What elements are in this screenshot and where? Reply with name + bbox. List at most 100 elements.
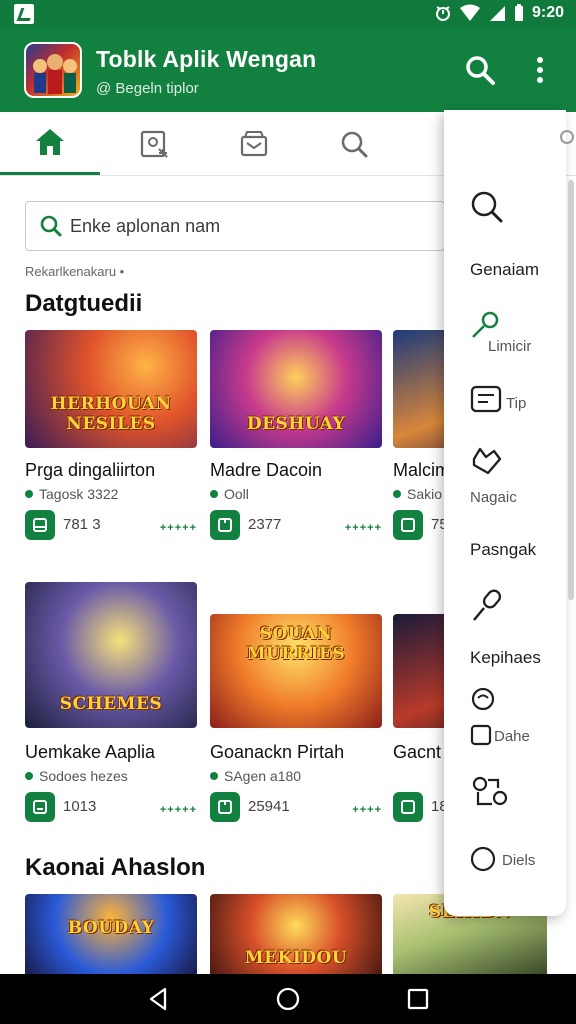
app-thumbnail: SCHEMES: [25, 582, 197, 728]
tab-apps[interactable]: [104, 112, 204, 175]
app-name: Prga dingaliirton: [25, 460, 156, 480]
list-icon: [470, 385, 502, 413]
app-developer: Sakio: [393, 486, 442, 502]
system-nav-bar: [0, 974, 576, 1024]
more-options-button[interactable]: [520, 50, 560, 90]
rating: +++++: [344, 522, 382, 534]
app-thumbnail: SOUAN MURRIES: [210, 614, 382, 728]
circle-icon: [470, 846, 496, 872]
menu-item-share[interactable]: [444, 774, 566, 814]
app-developer: Ooll: [210, 486, 249, 502]
battery-icon: [514, 4, 524, 22]
recents-icon: [407, 988, 429, 1010]
menu-label: Nagaic: [470, 489, 517, 506]
signal-icon: [488, 4, 506, 22]
install-button[interactable]: [393, 792, 423, 822]
app-card[interactable]: SOUAN MURRIES Goanackn Pirtah SAgen a180…: [210, 614, 382, 844]
download-count: 2377: [248, 516, 282, 533]
tab-library[interactable]: [204, 112, 304, 175]
menu-item-pasngak[interactable]: Pasngak: [444, 538, 566, 568]
verified-icon: [25, 772, 33, 780]
device-icon: [33, 800, 47, 814]
smile-icon: [471, 687, 495, 711]
checkbox-icon: [470, 724, 492, 746]
library-icon: [240, 130, 268, 156]
back-button[interactable]: [138, 980, 178, 1018]
install-button[interactable]: [210, 510, 240, 540]
home-circle-icon: [276, 987, 300, 1011]
tab-search[interactable]: [304, 112, 404, 175]
back-icon: [149, 987, 167, 1011]
menu-label: Limicir: [488, 338, 532, 355]
scrollbar[interactable]: [568, 180, 574, 600]
alarm-icon: [434, 4, 452, 22]
device-icon: [33, 518, 47, 532]
menu-item-genaiam[interactable]: Genaiam: [444, 190, 566, 280]
menu-label: Diels: [502, 852, 536, 869]
section-caption: Rekarlkenakaru •: [25, 264, 125, 279]
download-count: 25941: [248, 798, 290, 815]
tab-home[interactable]: [0, 112, 100, 175]
app-developer: SAgen a180: [210, 768, 301, 784]
app-thumbnail: BOUDAY: [25, 894, 197, 974]
app-thumbnail: HERHOUAN NESILES: [25, 330, 197, 448]
install-button[interactable]: [25, 792, 55, 822]
status-time: 9:20: [531, 4, 564, 21]
app-card[interactable]: BOUDAY: [25, 894, 197, 974]
app-name: Goanackn Pirtah: [210, 742, 345, 762]
share-icon: [472, 776, 508, 806]
install-button[interactable]: [210, 792, 240, 822]
app-thumbnail: MEKIDOU: [210, 894, 382, 974]
app-card[interactable]: DESHUAY Madre Dacoin Ooll 2377 +++++: [210, 330, 382, 560]
app-store-icon: [140, 130, 168, 158]
app-name: Malcim: [393, 460, 450, 480]
app-name: Madre Dacoin: [210, 460, 323, 480]
menu-label: Kepihaes: [470, 648, 541, 667]
app-card[interactable]: HERHOUAN NESILES Prga dingaliirton Tagos…: [25, 330, 197, 560]
section-title: Kaonai Ahaslon: [25, 854, 206, 881]
search-button[interactable]: [460, 50, 500, 90]
download-count: 781 3: [63, 516, 101, 533]
verified-icon: [210, 772, 218, 780]
microphone-icon: [473, 589, 502, 621]
menu-item-tip[interactable]: Tip: [444, 385, 566, 425]
search-icon: [471, 191, 503, 223]
app-name: Gacnt: [393, 742, 442, 762]
wifi-icon: [459, 4, 480, 22]
menu-item-limicir[interactable]: Limicir: [444, 310, 566, 370]
menu-item-diels[interactable]: Diels: [444, 846, 566, 876]
app-thumbnail: DESHUAY: [210, 330, 382, 448]
status-bar: 9:20: [0, 0, 576, 28]
app-bar: Toblk Aplik Wengan @ Begeln tiplor: [0, 28, 576, 112]
search-field[interactable]: [25, 201, 445, 251]
notification-icon: [14, 4, 34, 24]
rating: ++++: [352, 804, 382, 816]
menu-item-dahe[interactable]: Dahe: [444, 724, 566, 754]
search-icon: [341, 131, 368, 157]
heart-hand-icon: [472, 447, 502, 475]
app-card[interactable]: MEKIDOU: [210, 894, 382, 974]
search-input[interactable]: [70, 215, 400, 237]
app-developer: Tagosk 3322: [25, 486, 118, 502]
app-title: Toblk Aplik Wengan: [96, 46, 317, 72]
device-icon: [401, 518, 415, 532]
device-icon: [218, 800, 232, 814]
overflow-menu: Genaiam Limicir Tip Nagaic Pasngak Kepih…: [444, 110, 574, 916]
download-count: 1013: [63, 798, 97, 815]
search-icon: [40, 215, 62, 237]
rating: +++++: [159, 804, 197, 816]
menu-item-nagaic[interactable]: Nagaic: [444, 445, 566, 515]
install-button[interactable]: [393, 510, 423, 540]
recents-button[interactable]: [398, 980, 438, 1018]
verified-icon: [393, 490, 401, 498]
verified-icon: [210, 490, 218, 498]
verified-icon: [25, 490, 33, 498]
home-button[interactable]: [268, 980, 308, 1018]
install-button[interactable]: [25, 510, 55, 540]
app-card[interactable]: SCHEMES Uemkake Aaplia Sodoes hezes 1013…: [25, 582, 197, 822]
device-icon: [401, 800, 415, 814]
menu-item-kepihaes[interactable]: Kepihaes: [444, 588, 566, 670]
menu-item-smile[interactable]: [444, 686, 566, 716]
menu-label: Dahe: [494, 728, 530, 745]
menu-label: Tip: [506, 395, 527, 412]
